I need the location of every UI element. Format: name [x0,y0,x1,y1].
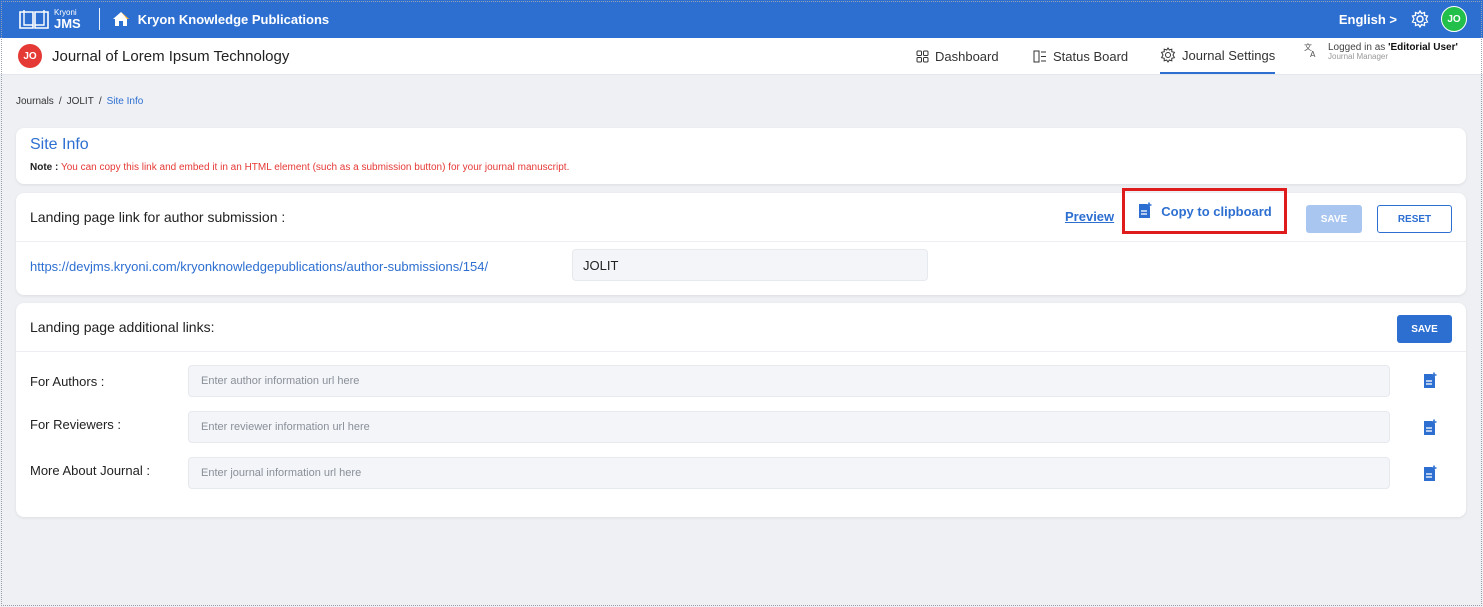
user-avatar[interactable]: JO [1441,6,1467,32]
breadcrumb: Journals / JOLIT / Site Info [16,96,143,107]
preview-link[interactable]: Preview [1065,209,1114,224]
gear-icon[interactable] [1411,10,1429,28]
save-additional-links-button[interactable]: SAVE [1397,315,1452,343]
submission-url-prefix: https://devjms.kryoni.com/kryonknowledge… [30,259,489,274]
nav-journal-settings-label: Journal Settings [1182,47,1276,63]
for-authors-label: For Authors : [30,374,105,389]
page-title: Site Info [30,136,89,153]
nav-status-board-label: Status Board [1053,48,1129,64]
breadcrumb-current: Site Info [106,96,144,107]
journal-badge: JO [18,44,42,68]
organization-name[interactable]: Kryon Knowledge Publications [138,12,329,27]
book-logo-icon [19,10,49,29]
save-button-disabled[interactable]: SAVE [1306,205,1362,233]
more-about-journal-input[interactable] [188,457,1390,489]
copy-to-clipboard-button[interactable]: Copy to clipboard [1122,188,1287,234]
logo-big-text: JMS [54,15,81,31]
for-reviewers-label: For Reviewers : [30,417,122,432]
nav-status-board[interactable]: Status Board [1033,38,1128,74]
breadcrumb-separator: / [58,96,62,107]
additional-links-card: Landing page additional links: SAVE For … [16,303,1466,517]
landing-link-card: Landing page link for author submission … [16,188,1466,295]
journal-title: Journal of Lorem Ipsum Technology [52,47,290,65]
landing-link-header: Landing page link for author submission … [16,188,1466,242]
top-app-bar: Kryoni JMS Kryon Knowledge Publications … [0,0,1483,38]
journal-settings-icon [1160,47,1176,63]
breadcrumb-separator: / [98,96,102,107]
nav-dashboard[interactable]: Dashboard [916,38,999,74]
language-selector[interactable]: English > [1339,12,1397,27]
status-board-icon [1033,50,1046,62]
breadcrumb-journal[interactable]: JOLIT [67,96,94,107]
nav-journal-settings[interactable]: Journal Settings [1160,38,1276,74]
additional-links-title: Landing page additional links: [30,319,215,335]
for-authors-input[interactable] [188,365,1390,397]
info-note-label: Note : [30,162,59,173]
home-icon [112,12,129,26]
translate-icon[interactable]: 文 A [1304,42,1320,58]
copy-document-icon [1139,202,1152,218]
logged-in-role: Journal Manager [1328,52,1389,61]
logged-in-info: 文 A Logged in as 'Editorial User' Journa… [1304,42,1458,62]
copy-to-clipboard-label: Copy to clipboard [1161,203,1272,219]
copy-document-icon[interactable] [1422,465,1438,483]
logged-in-user: 'Editorial User' [1388,42,1458,53]
nav-dashboard-label: Dashboard [935,48,999,64]
copy-document-icon[interactable] [1422,419,1438,437]
info-note-text: You can copy this link and embed it in a… [58,162,570,173]
additional-links-header: Landing page additional links: SAVE [16,303,1466,352]
top-divider [98,8,100,30]
landing-link-title: Landing page link for author submission … [30,209,286,225]
site-info-card: Site Info Note : You can copy this link … [16,128,1466,184]
copy-document-icon[interactable] [1422,372,1438,390]
info-note: Note : You can copy this link and embed … [30,162,569,173]
journal-nav-bar: JO Journal of Lorem Ipsum Technology Das… [0,38,1483,75]
breadcrumb-journals[interactable]: Journals [16,96,54,107]
dashboard-grid-icon [916,50,929,62]
app-logo[interactable]: Kryoni JMS [18,8,81,30]
for-reviewers-input[interactable] [188,411,1390,443]
more-about-journal-label: More About Journal : [30,463,150,478]
reset-button[interactable]: RESET [1377,205,1452,233]
svg-text:A: A [1310,50,1316,58]
submission-url-input[interactable] [572,249,928,281]
